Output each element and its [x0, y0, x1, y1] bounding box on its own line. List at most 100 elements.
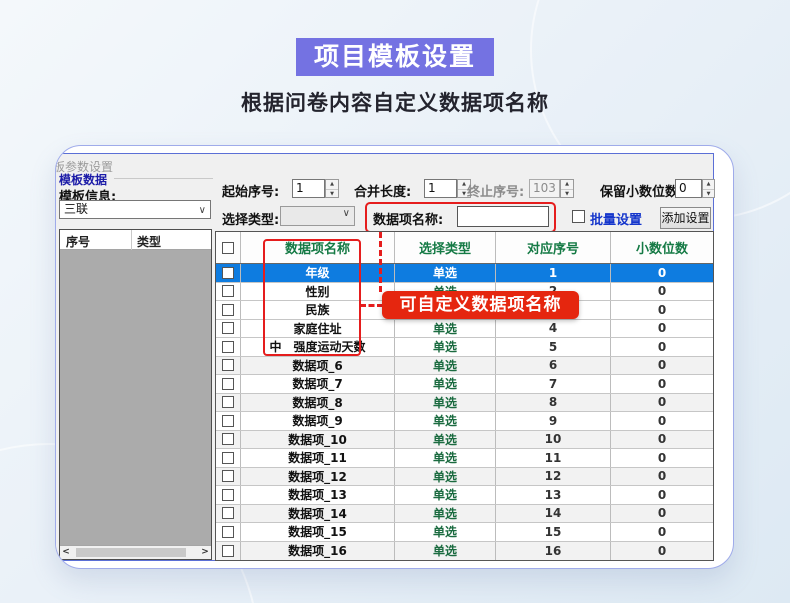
end-serial-label: 终止序号:: [467, 181, 524, 200]
row-type: 单选: [395, 375, 496, 393]
row-name: 数据项_14: [241, 505, 395, 523]
row-checkbox-cell: [216, 338, 241, 356]
table-row[interactable]: 数据项_6 单选 6 0: [216, 357, 713, 376]
row-name: 数据项_12: [241, 468, 395, 486]
merge-length-label: 合并长度:: [354, 181, 411, 200]
decimal-places-input[interactable]: 0: [675, 179, 702, 198]
row-type: 单选: [395, 505, 496, 523]
spin-down-icon: ▼: [561, 190, 573, 199]
select-all-cell: [216, 232, 241, 263]
chevron-down-icon: ∨: [199, 202, 206, 219]
table-row[interactable]: 数据项_9 单选 9 0: [216, 412, 713, 431]
row-serial: 14: [496, 505, 611, 523]
row-checkbox[interactable]: [222, 396, 234, 408]
scroll-left-icon[interactable]: <: [60, 546, 72, 559]
row-checkbox-cell: [216, 523, 241, 541]
page-subtitle: 根据问卷内容自定义数据项名称: [0, 87, 790, 117]
row-name: 数据项_8: [241, 394, 395, 412]
row-checkbox[interactable]: [222, 470, 234, 482]
batch-setting-checkbox[interactable]: [572, 210, 585, 223]
start-serial-input[interactable]: 1: [292, 179, 325, 198]
table-row[interactable]: 数据项_11 单选 11 0: [216, 449, 713, 468]
merge-length-input[interactable]: 1: [424, 179, 457, 198]
scroll-right-icon[interactable]: >: [199, 546, 211, 559]
row-name: 数据项_10: [241, 431, 395, 449]
row-decimals: 0: [611, 320, 713, 338]
row-checkbox[interactable]: [222, 415, 234, 427]
row-decimals: 0: [611, 301, 713, 319]
select-all-checkbox[interactable]: [222, 242, 234, 254]
row-checkbox[interactable]: [222, 526, 234, 538]
template-item-list[interactable]: 序号 类型 < >: [59, 229, 212, 560]
data-item-name-input[interactable]: [457, 206, 549, 227]
row-checkbox-cell: [216, 505, 241, 523]
row-checkbox-cell: [216, 431, 241, 449]
batch-setting-label: 批量设置: [590, 209, 642, 228]
row-checkbox[interactable]: [222, 433, 234, 445]
table-row[interactable]: 数据项_12 单选 12 0: [216, 468, 713, 487]
row-checkbox[interactable]: [222, 378, 234, 390]
table-row[interactable]: 数据项_7 单选 7 0: [216, 375, 713, 394]
table-row[interactable]: 数据项_13 单选 13 0: [216, 486, 713, 505]
row-decimals: 0: [611, 394, 713, 412]
template-select[interactable]: 三联 ∨: [59, 200, 211, 219]
table-row[interactable]: 数据项_15 单选 15 0: [216, 523, 713, 542]
table-row[interactable]: 数据项_14 单选 14 0: [216, 505, 713, 524]
add-setting-button[interactable]: 添加设置: [660, 207, 711, 229]
spin-up-icon[interactable]: ▲: [326, 180, 338, 190]
horizontal-scrollbar[interactable]: < >: [60, 545, 211, 559]
table-row[interactable]: 数据项_8 单选 8 0: [216, 394, 713, 413]
select-type-dropdown[interactable]: ∨: [280, 206, 355, 226]
row-checkbox[interactable]: [222, 452, 234, 464]
start-serial-label: 起始序号:: [222, 181, 279, 200]
row-checkbox[interactable]: [222, 507, 234, 519]
spin-down-icon[interactable]: ▼: [326, 190, 338, 199]
row-decimals: 0: [611, 412, 713, 430]
row-checkbox-cell: [216, 449, 241, 467]
end-serial-spinner: ▲▼: [560, 179, 574, 198]
row-name: 数据项_15: [241, 523, 395, 541]
row-checkbox[interactable]: [222, 359, 234, 371]
row-serial: 7: [496, 375, 611, 393]
groupbox-line: [114, 178, 213, 179]
list-header-divider: [131, 230, 132, 250]
row-checkbox[interactable]: [222, 304, 234, 316]
row-name: 数据项_11: [241, 449, 395, 467]
row-decimals: 0: [611, 505, 713, 523]
header-type: 选择类型: [395, 232, 496, 263]
spin-up-icon: ▲: [561, 180, 573, 190]
row-type: 单选: [395, 394, 496, 412]
row-serial: 10: [496, 431, 611, 449]
row-checkbox[interactable]: [222, 285, 234, 297]
data-item-name-label: 数据项名称:: [373, 209, 443, 228]
settings-dialog-window: 板参数设置 模板数据 模板信息: 三联 ∨ 序号 类型 < > 起始序号: 1 …: [55, 153, 714, 561]
header-serial: 对应序号: [496, 232, 611, 263]
row-decimals: 0: [611, 468, 713, 486]
scrollbar-thumb[interactable]: [76, 548, 186, 557]
table-row[interactable]: 数据项_10 单选 10 0: [216, 431, 713, 450]
row-checkbox-cell: [216, 320, 241, 338]
row-type: 单选: [395, 357, 496, 375]
row-type: 单选: [395, 320, 496, 338]
row-checkbox[interactable]: [222, 322, 234, 334]
decimal-places-spinner[interactable]: ▲▼: [702, 179, 715, 198]
row-checkbox[interactable]: [222, 267, 234, 279]
spin-up-icon[interactable]: ▲: [703, 180, 714, 190]
row-decimals: 0: [611, 338, 713, 356]
spin-down-icon[interactable]: ▼: [703, 190, 714, 199]
start-serial-spinner[interactable]: ▲▼: [325, 179, 339, 198]
row-checkbox[interactable]: [222, 545, 234, 557]
list-header-type: 类型: [137, 233, 161, 250]
row-type: 单选: [395, 486, 496, 504]
table-row[interactable]: 数据项_16 单选 16 0: [216, 542, 713, 561]
row-checkbox[interactable]: [222, 341, 234, 353]
row-checkbox-cell: [216, 486, 241, 504]
row-decimals: 0: [611, 264, 713, 282]
row-decimals: 0: [611, 523, 713, 541]
row-checkbox[interactable]: [222, 489, 234, 501]
row-checkbox-cell: [216, 264, 241, 282]
row-decimals: 0: [611, 449, 713, 467]
list-header: 序号 类型: [60, 230, 211, 250]
row-decimals: 0: [611, 357, 713, 375]
row-type: 单选: [395, 468, 496, 486]
